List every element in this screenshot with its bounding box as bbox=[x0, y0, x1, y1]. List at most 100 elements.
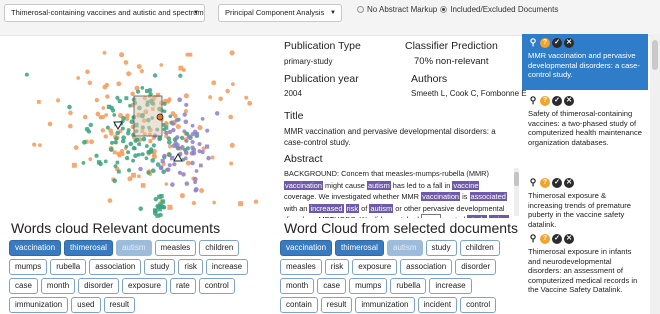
document-point[interactable] bbox=[191, 200, 197, 206]
left-cloud-word-tag[interactable]: disorder bbox=[78, 278, 120, 294]
cross-icon[interactable]: ✕ bbox=[564, 96, 574, 106]
document-point[interactable] bbox=[208, 95, 213, 100]
right-cloud-word-tag[interactable]: mumps bbox=[349, 278, 388, 294]
document-point[interactable] bbox=[157, 207, 163, 212]
right-cloud-word-tag[interactable]: disorder bbox=[455, 259, 497, 275]
document-point[interactable] bbox=[174, 117, 179, 123]
right-cloud-word-tag[interactable]: autism bbox=[386, 240, 423, 256]
document-point[interactable] bbox=[166, 136, 172, 141]
document-point[interactable] bbox=[139, 68, 144, 74]
document-point[interactable] bbox=[94, 153, 99, 158]
document-point[interactable] bbox=[182, 112, 187, 117]
document-point[interactable] bbox=[247, 100, 253, 106]
document-point[interactable] bbox=[131, 158, 136, 163]
document-point[interactable] bbox=[67, 123, 73, 129]
document-point[interactable] bbox=[183, 119, 189, 125]
left-cloud-word-tag[interactable]: rate bbox=[169, 278, 196, 294]
document-point[interactable] bbox=[126, 150, 131, 155]
document-point[interactable] bbox=[136, 64, 142, 70]
document-point[interactable] bbox=[204, 144, 210, 149]
document-point[interactable] bbox=[159, 194, 164, 199]
document-point[interactable] bbox=[113, 164, 118, 169]
document-point[interactable] bbox=[162, 127, 167, 132]
left-cloud-word-tag[interactable]: month bbox=[40, 278, 76, 294]
document-point[interactable] bbox=[112, 113, 117, 117]
cross-icon[interactable]: ✕ bbox=[564, 178, 574, 188]
left-cloud-word-tag[interactable]: control bbox=[198, 278, 235, 294]
document-point[interactable] bbox=[149, 147, 154, 152]
document-point[interactable] bbox=[24, 72, 29, 77]
document-point[interactable] bbox=[116, 169, 121, 174]
document-point[interactable] bbox=[164, 182, 169, 186]
document-point[interactable] bbox=[144, 156, 149, 161]
document-point[interactable] bbox=[140, 86, 145, 90]
left-cloud-word-tag[interactable]: vaccination bbox=[9, 240, 62, 256]
document-point[interactable] bbox=[109, 131, 114, 136]
document-point[interactable] bbox=[112, 178, 118, 184]
right-cloud-word-tag[interactable]: contain bbox=[280, 297, 318, 313]
left-cloud-word-tag[interactable]: study bbox=[144, 259, 176, 275]
document-point[interactable] bbox=[134, 137, 140, 142]
left-cloud-word-tag[interactable]: children bbox=[199, 240, 240, 256]
right-cloud-word-tag[interactable]: incident bbox=[417, 297, 458, 313]
document-point[interactable] bbox=[192, 176, 198, 182]
document-point[interactable] bbox=[100, 128, 106, 133]
document-point[interactable] bbox=[131, 172, 136, 178]
document-point[interactable] bbox=[148, 139, 153, 144]
document-point[interactable] bbox=[197, 124, 203, 131]
document-card[interactable]: ⚲? ✓ ✕ Safety of thimerosal-containing vacc… bbox=[522, 92, 648, 172]
document-point[interactable] bbox=[115, 130, 120, 136]
document-point[interactable] bbox=[160, 158, 165, 164]
document-point[interactable] bbox=[179, 135, 185, 141]
document-point[interactable] bbox=[182, 129, 187, 134]
right-cloud-word-tag[interactable]: case bbox=[317, 278, 347, 294]
cross-icon[interactable]: ✕ bbox=[564, 38, 574, 48]
document-point[interactable] bbox=[124, 155, 130, 161]
document-point[interactable] bbox=[162, 101, 167, 106]
document-point[interactable] bbox=[146, 170, 151, 175]
document-point[interactable] bbox=[205, 128, 210, 133]
document-point[interactable] bbox=[185, 160, 191, 166]
document-point[interactable] bbox=[229, 161, 234, 166]
abstract-scrollbar[interactable] bbox=[514, 168, 519, 216]
document-point[interactable] bbox=[128, 141, 134, 147]
document-point[interactable] bbox=[81, 139, 87, 145]
document-point[interactable] bbox=[38, 143, 42, 147]
right-cloud-word-tag[interactable]: thimerosal bbox=[335, 240, 384, 256]
cross-icon[interactable]: ✕ bbox=[564, 234, 574, 244]
document-point[interactable] bbox=[191, 150, 197, 156]
document-point[interactable] bbox=[193, 188, 198, 193]
document-point[interactable] bbox=[110, 140, 114, 145]
document-point[interactable] bbox=[113, 140, 118, 145]
document-point[interactable] bbox=[190, 123, 195, 128]
document-point[interactable] bbox=[138, 206, 144, 211]
check-icon[interactable]: ✓ bbox=[552, 234, 562, 244]
document-point[interactable] bbox=[114, 136, 119, 141]
left-cloud-word-tag[interactable]: thimerosal bbox=[64, 240, 113, 256]
document-point[interactable] bbox=[170, 121, 176, 126]
document-point[interactable] bbox=[135, 89, 141, 94]
document-point[interactable] bbox=[81, 161, 86, 165]
document-point[interactable] bbox=[167, 204, 173, 210]
document-point[interactable] bbox=[116, 81, 122, 87]
document-point[interactable] bbox=[98, 115, 103, 120]
document-point[interactable] bbox=[225, 88, 230, 94]
document-point[interactable] bbox=[123, 60, 129, 65]
left-cloud-word-tag[interactable]: autism bbox=[115, 240, 152, 256]
document-point[interactable] bbox=[112, 150, 117, 155]
document-point[interactable] bbox=[150, 168, 156, 174]
document-point[interactable] bbox=[165, 167, 170, 172]
document-point[interactable] bbox=[178, 73, 183, 78]
document-point[interactable] bbox=[229, 142, 235, 148]
document-point[interactable] bbox=[153, 211, 158, 216]
document-point[interactable] bbox=[141, 136, 147, 142]
document-point[interactable] bbox=[96, 160, 102, 165]
question-icon[interactable]: ? bbox=[540, 234, 550, 244]
document-point[interactable] bbox=[181, 172, 186, 177]
document-point[interactable] bbox=[127, 176, 133, 182]
document-point[interactable] bbox=[177, 97, 183, 103]
left-cloud-word-tag[interactable]: case bbox=[9, 278, 38, 294]
document-point[interactable] bbox=[86, 129, 92, 134]
document-point[interactable] bbox=[153, 196, 158, 202]
document-point[interactable] bbox=[150, 158, 156, 163]
